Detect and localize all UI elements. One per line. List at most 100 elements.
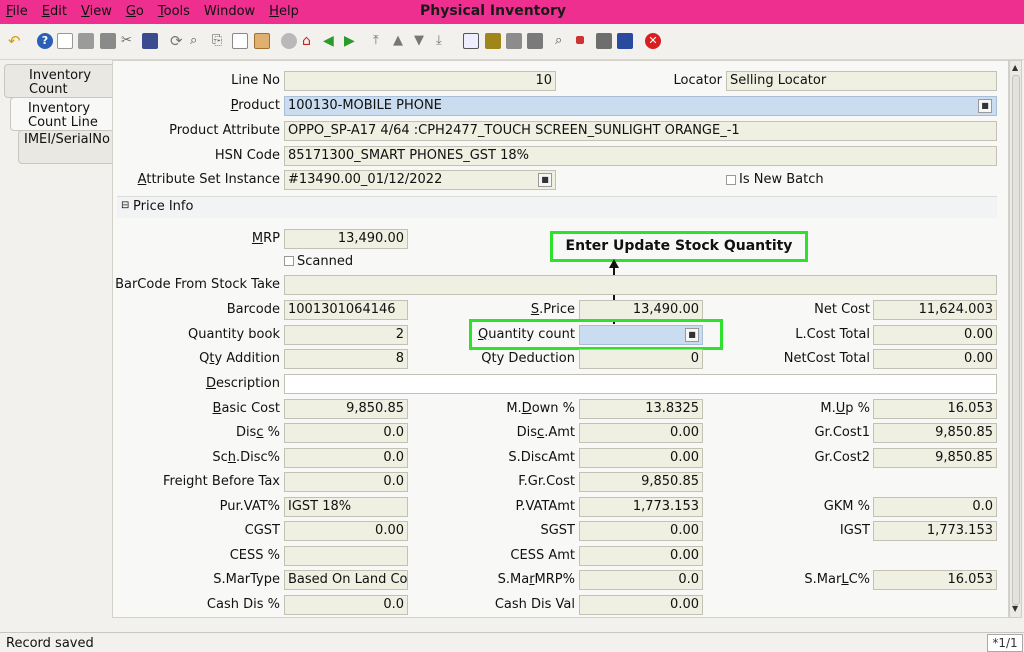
zoom-icon[interactable]: ⌕ bbox=[555, 33, 571, 49]
l-cost-total-field[interactable]: 0.00 bbox=[873, 325, 997, 345]
menu-file[interactable]: File bbox=[6, 4, 28, 19]
qty-deduction-field[interactable]: 0 bbox=[579, 349, 703, 369]
disc-amt-field[interactable]: 0.00 bbox=[579, 423, 703, 443]
menu-view[interactable]: View bbox=[81, 4, 112, 19]
cgst-field[interactable]: 0.00 bbox=[284, 521, 408, 541]
freight-before-tax-field[interactable]: 0.0 bbox=[284, 472, 408, 492]
status-bar: Record saved *1/1 bbox=[0, 632, 1024, 652]
back-arrow-icon[interactable]: ◀ bbox=[323, 33, 339, 49]
cash-dis-pct-field[interactable]: 0.0 bbox=[284, 595, 408, 615]
gear-icon[interactable] bbox=[281, 33, 297, 49]
product-info-icon[interactable] bbox=[596, 33, 612, 49]
title-bar: File Edit View Go Tools Window Help Phys… bbox=[0, 0, 1024, 24]
gr-cost1-label: Gr.Cost1 bbox=[814, 425, 870, 440]
close-icon[interactable]: ✕ bbox=[645, 33, 661, 49]
s-price-label: S.Price bbox=[530, 302, 575, 317]
m-up-field[interactable]: 16.053 bbox=[873, 399, 997, 419]
undo-icon[interactable]: ↶ bbox=[8, 33, 24, 49]
product-attribute-field[interactable]: OPPO_SP-A17 4/64 :CPH2477_TOUCH SCREEN_S… bbox=[284, 121, 997, 141]
scroll-thumb[interactable] bbox=[1012, 75, 1020, 605]
instruction-callout: Enter Update Stock Quantity bbox=[550, 231, 808, 262]
last-record-icon[interactable]: ⤓ bbox=[436, 33, 452, 49]
description-field[interactable] bbox=[284, 374, 997, 394]
locator-field[interactable]: Selling Locator bbox=[726, 71, 997, 91]
vertical-scrollbar[interactable]: ▲ ▼ bbox=[1009, 60, 1022, 618]
scanned-checkbox[interactable] bbox=[284, 256, 294, 266]
mrp-field[interactable]: 13,490.00 bbox=[284, 229, 408, 249]
history-icon[interactable] bbox=[254, 33, 270, 49]
new-record-icon[interactable] bbox=[57, 33, 73, 49]
product-lookup-button[interactable]: ■ bbox=[978, 99, 992, 113]
disc-pct-field[interactable]: 0.0 bbox=[284, 423, 408, 443]
home-icon[interactable]: ⌂ bbox=[302, 33, 318, 49]
net-cost-field[interactable]: 11,624.003 bbox=[873, 300, 997, 320]
attribute-set-instance-field[interactable]: #13490.00_01/12/2022 bbox=[284, 170, 556, 190]
m-down-field[interactable]: 13.8325 bbox=[579, 399, 703, 419]
report-icon[interactable] bbox=[463, 33, 479, 49]
workflow-icon[interactable] bbox=[576, 36, 584, 44]
pur-vat-field[interactable]: IGST 18% bbox=[284, 497, 408, 517]
hsn-code-field[interactable]: 85171300_SMART PHONES_GST 18% bbox=[284, 146, 997, 166]
attachment-icon[interactable]: ⎘ bbox=[212, 33, 228, 49]
price-info-section[interactable]: ⊟ Price Info bbox=[117, 196, 997, 218]
s-mar-type-field[interactable]: Based On Land Cost bbox=[284, 570, 408, 590]
cut-icon[interactable]: ✂ bbox=[121, 33, 137, 49]
s-mar-mrp-field[interactable]: 0.0 bbox=[579, 570, 703, 590]
cess-pct-field[interactable] bbox=[284, 546, 408, 566]
s-price-field[interactable]: 13,490.00 bbox=[579, 300, 703, 320]
delete-record-icon[interactable] bbox=[100, 33, 116, 49]
attribute-set-lookup-button[interactable]: ■ bbox=[538, 173, 552, 187]
igst-field[interactable]: 1,773.153 bbox=[873, 521, 997, 541]
is-new-batch-checkbox[interactable] bbox=[726, 175, 736, 185]
archive-icon[interactable] bbox=[485, 33, 501, 49]
end-icon[interactable] bbox=[617, 33, 633, 49]
qty-addition-field[interactable]: 8 bbox=[284, 349, 408, 369]
menu-tools[interactable]: Tools bbox=[158, 4, 190, 19]
quantity-book-field[interactable]: 2 bbox=[284, 325, 408, 345]
cess-amt-field[interactable]: 0.00 bbox=[579, 546, 703, 566]
copy-record-icon[interactable] bbox=[78, 33, 94, 49]
sgst-field[interactable]: 0.00 bbox=[579, 521, 703, 541]
p-vat-amt-label: P.VATAmt bbox=[515, 499, 575, 514]
print-icon[interactable] bbox=[527, 33, 543, 49]
menu-go[interactable]: Go bbox=[126, 4, 144, 19]
record-pager[interactable]: *1/1 bbox=[987, 634, 1023, 652]
netcost-total-field[interactable]: 0.00 bbox=[873, 349, 997, 369]
chat-icon[interactable] bbox=[232, 33, 248, 49]
collapse-icon[interactable]: ⊟ bbox=[121, 200, 129, 211]
menu-edit[interactable]: Edit bbox=[42, 4, 67, 19]
s-disc-amt-field[interactable]: 0.00 bbox=[579, 448, 703, 468]
menu-window[interactable]: Window bbox=[204, 4, 255, 19]
scroll-up-icon[interactable]: ▲ bbox=[1012, 63, 1018, 72]
scroll-down-icon[interactable]: ▼ bbox=[1012, 604, 1018, 613]
first-record-icon[interactable]: ⤒ bbox=[373, 33, 389, 49]
product-field[interactable]: 100130-MOBILE PHONE bbox=[284, 96, 997, 116]
gr-cost2-field[interactable]: 9,850.85 bbox=[873, 448, 997, 468]
refresh-icon[interactable]: ⟳ bbox=[170, 33, 186, 49]
tab-inventory-count[interactable]: Inventory Count bbox=[4, 64, 112, 98]
tab-imei-serialno[interactable]: IMEI/SerialNo bbox=[18, 130, 112, 164]
next-record-icon[interactable]: ▼ bbox=[414, 33, 430, 49]
save-icon[interactable] bbox=[142, 33, 158, 49]
p-vat-amt-field[interactable]: 1,773.153 bbox=[579, 497, 703, 517]
print-preview-icon[interactable] bbox=[506, 33, 522, 49]
gkm-field[interactable]: 0.0 bbox=[873, 497, 997, 517]
help-icon[interactable]: ? bbox=[37, 33, 53, 49]
cash-dis-val-field[interactable]: 0.00 bbox=[579, 595, 703, 615]
basic-cost-field[interactable]: 9,850.85 bbox=[284, 399, 408, 419]
gr-cost1-field[interactable]: 9,850.85 bbox=[873, 423, 997, 443]
previous-record-icon[interactable]: ▲ bbox=[393, 33, 409, 49]
sch-disc-field[interactable]: 0.0 bbox=[284, 448, 408, 468]
quantity-book-label: Quantity book bbox=[188, 327, 280, 342]
freight-before-tax-label: Freight Before Tax bbox=[162, 474, 280, 489]
find-icon[interactable]: ⌕ bbox=[190, 33, 206, 49]
menu-help[interactable]: Help bbox=[269, 4, 299, 19]
line-no-field[interactable]: 10 bbox=[284, 71, 556, 91]
f-gr-cost-field[interactable]: 9,850.85 bbox=[579, 472, 703, 492]
barcode-field[interactable]: 1001301064146 bbox=[284, 300, 408, 320]
tab-inventory-count-line[interactable]: Inventory Count Line bbox=[10, 97, 112, 131]
forward-arrow-icon[interactable]: ▶ bbox=[344, 33, 360, 49]
barcode-from-stock-take-field[interactable] bbox=[284, 275, 997, 295]
s-mar-lc-field[interactable]: 16.053 bbox=[873, 570, 997, 590]
status-message: Record saved bbox=[6, 636, 94, 651]
